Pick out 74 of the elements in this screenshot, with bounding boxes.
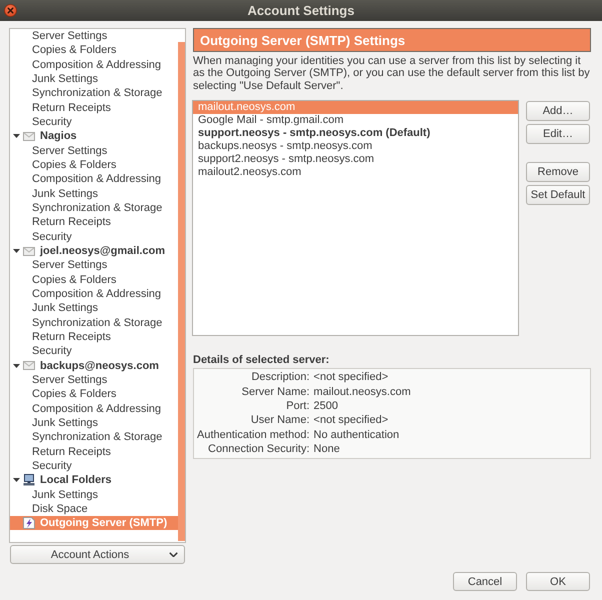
tree-item[interactable]: Return Receipts (32, 444, 111, 459)
tree-item[interactable]: Copies & Folders (32, 158, 116, 172)
tree-item[interactable]: Junk Settings (32, 416, 98, 430)
tree-item[interactable]: Nagios (13, 129, 77, 144)
disclosure-triangle-icon[interactable] (13, 249, 20, 254)
remove-button[interactable]: Remove (526, 162, 590, 182)
tree-item[interactable]: Synchronization & Storage (32, 316, 162, 330)
detail-value: No authentication (314, 428, 400, 442)
detail-value: 2500 (314, 398, 338, 414)
window-title: Account Settings (248, 3, 354, 18)
tree-item[interactable]: Copies & Folders (32, 387, 116, 402)
tree-item[interactable]: Security (32, 458, 72, 474)
edit-button[interactable]: Edit… (526, 124, 590, 144)
tree-item[interactable]: Synchronization & Storage (32, 430, 162, 445)
tree-item[interactable]: Junk Settings (32, 186, 98, 201)
computer-icon (23, 474, 35, 486)
tree-item[interactable]: Return Receipts (32, 330, 111, 344)
tree-item[interactable]: Server Settings (32, 29, 108, 44)
tree-item[interactable]: Composition & Addressing (32, 172, 162, 187)
close-icon[interactable] (4, 4, 17, 17)
detail-label: Authentication method: (197, 428, 310, 442)
server-list-item[interactable]: backups.neosys - smtp.neosys.com (198, 140, 372, 154)
tree-item[interactable]: Return Receipts (32, 100, 111, 115)
detail-label: Port: (286, 398, 310, 414)
tree-item[interactable]: Disk Space (32, 502, 88, 516)
disclosure-triangle-icon[interactable] (13, 364, 20, 368)
tree-item[interactable]: Composition & Addressing (32, 402, 162, 416)
detail-label: Description: (251, 370, 310, 385)
disclosure-triangle-icon[interactable] (13, 478, 20, 482)
tree-item[interactable]: Junk Settings (32, 488, 98, 502)
description-text: When managing your identities you can use a server from this list by selecting it as the Outgoing Server (SMTP), or you can use the default server from this list by selecting "Use Default Server". (193, 55, 591, 92)
tree-item[interactable]: Security (32, 344, 72, 359)
document-icon (23, 517, 35, 530)
disclosure-triangle-icon[interactable] (13, 134, 20, 138)
tree-item[interactable]: Return Receipts (32, 215, 111, 230)
tree-item[interactable]: joel.neosys@gmail.com (13, 244, 166, 258)
envelope-icon (23, 132, 35, 141)
detail-value: mailout.neosys.com (314, 384, 411, 399)
tree-item[interactable]: Copies & Folders (32, 272, 116, 287)
detail-value: <not specified> (314, 370, 388, 385)
tree-item[interactable]: Server Settings (32, 144, 108, 158)
envelope-icon (23, 361, 35, 370)
tree-item[interactable]: Composition & Addressing (32, 286, 162, 302)
tree-item[interactable]: Junk Settings (32, 301, 98, 316)
detail-value: <not specified> (314, 413, 388, 428)
server-list-item[interactable]: support2.neosys - smtp.neosys.com (198, 153, 374, 166)
server-list-item[interactable]: support.neosys - smtp.neosys.com (Default) (198, 127, 430, 140)
detail-label: Server Name: (242, 384, 310, 399)
detail-label: User Name: (250, 413, 310, 428)
envelope-icon (23, 246, 35, 256)
tree-item[interactable]: Junk Settings (32, 72, 98, 86)
tree-item[interactable]: Synchronization & Storage (32, 86, 162, 101)
tree-item[interactable]: Security (32, 230, 72, 244)
account-actions-button[interactable]: Account Actions (10, 545, 185, 564)
detail-value: None (314, 442, 340, 456)
scrollbar-thumb[interactable] (178, 42, 185, 541)
tree-item[interactable]: Local Folders (13, 473, 112, 488)
ok-button[interactable]: OK (526, 572, 590, 591)
caret-icon (169, 552, 178, 557)
tree-item[interactable]: Synchronization & Storage (32, 200, 162, 216)
detail-label: Connection Security: (208, 442, 310, 456)
tree-item[interactable]: Copies & Folders (32, 43, 116, 58)
cancel-button[interactable]: Cancel (453, 572, 517, 591)
server-list-item[interactable]: Google Mail - smtp.gmail.com (198, 114, 344, 128)
tree-item[interactable]: Server Settings (32, 258, 108, 273)
details-heading: Details of selected server: (193, 354, 330, 366)
add-button[interactable]: Add… (526, 101, 590, 122)
panel-header: Outgoing Server (SMTP) Settings (193, 28, 591, 52)
set-default-button[interactable]: Set Default (526, 185, 590, 206)
tree-item[interactable]: Server Settings (32, 372, 108, 388)
tree-item[interactable]: Composition & Addressing (32, 58, 162, 72)
tree-item[interactable]: backups@neosys.com (13, 358, 159, 373)
tree-item[interactable]: Security (32, 114, 72, 130)
server-list-item[interactable]: mailout2.neosys.com (198, 166, 302, 180)
